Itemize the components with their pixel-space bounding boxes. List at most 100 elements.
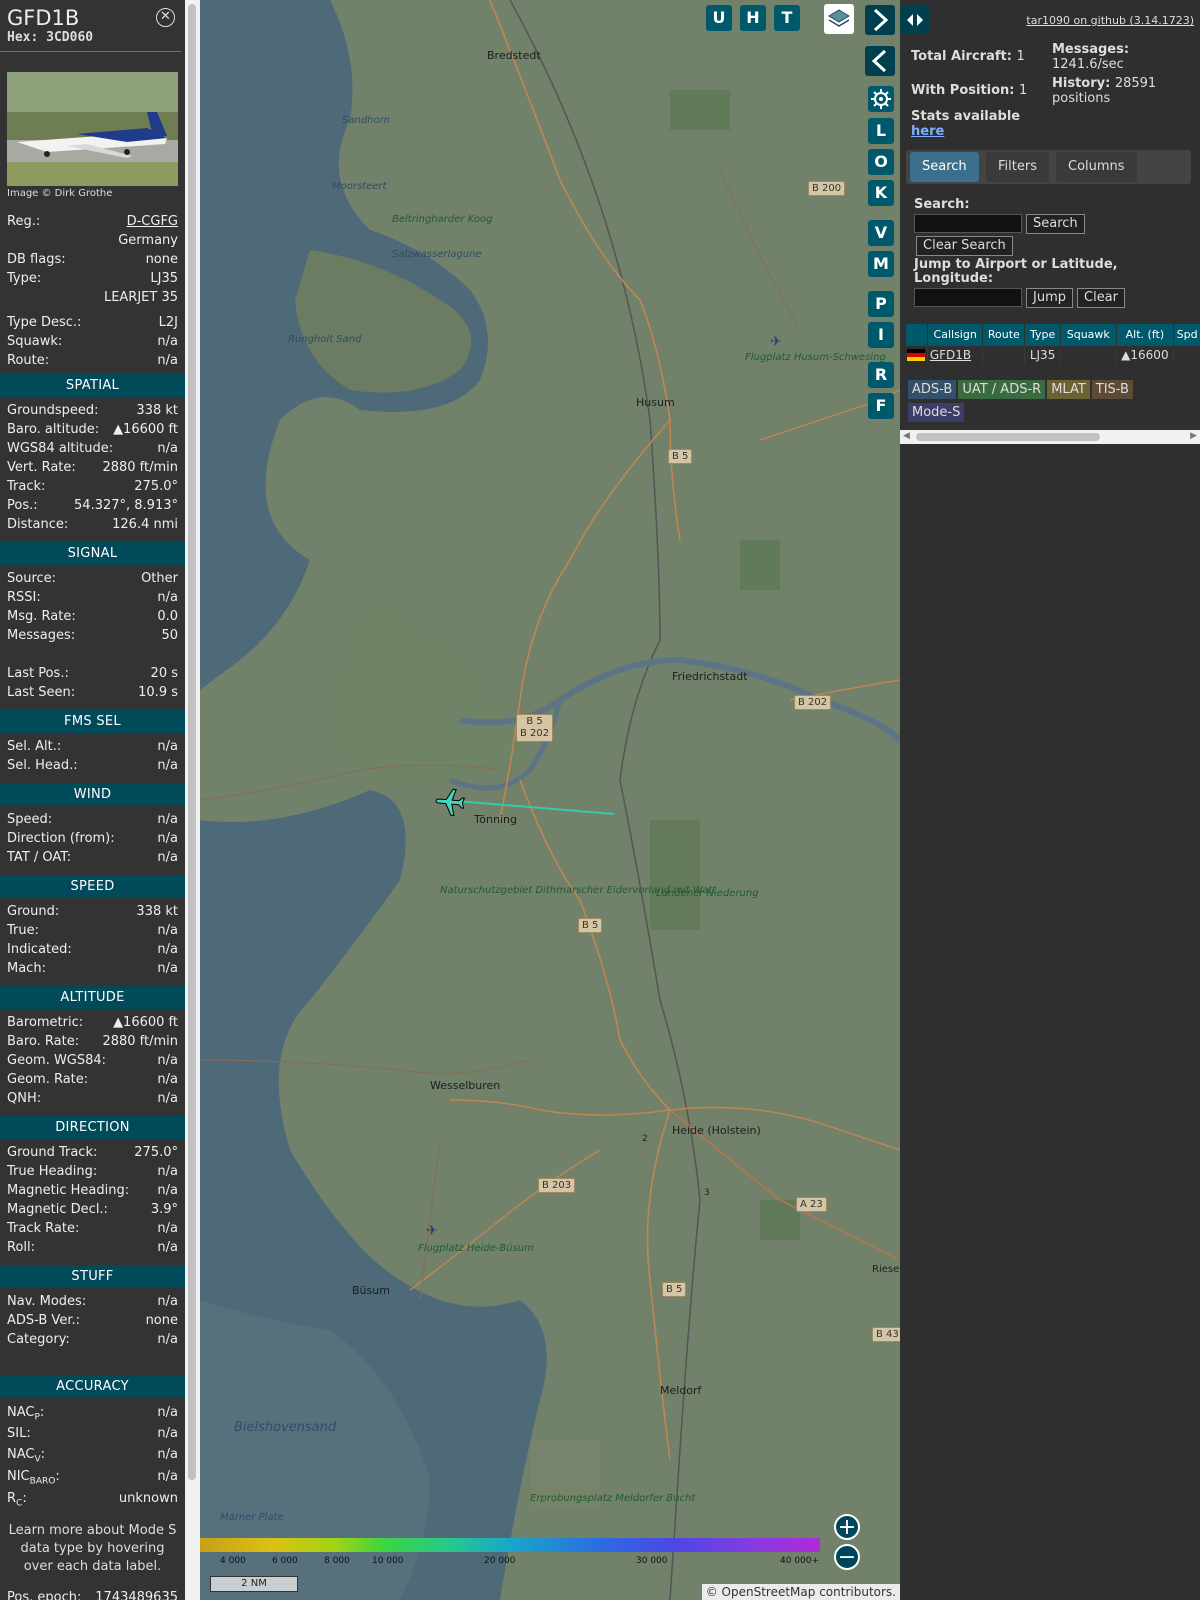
toggle-t-button[interactable]: T	[774, 5, 800, 31]
info-label[interactable]: Roll:	[7, 1238, 35, 1257]
info-label[interactable]: Ground:	[7, 902, 59, 921]
info-label[interactable]: Type:	[7, 269, 41, 288]
github-link[interactable]: tar1090 on github (3.14.1723)	[1026, 14, 1194, 27]
info-label[interactable]: NACP:	[7, 1402, 44, 1424]
info-value[interactable]: D-CGFG	[127, 212, 178, 231]
column-header[interactable]	[906, 324, 928, 346]
info-label[interactable]: Ground Track:	[7, 1143, 97, 1162]
info-label[interactable]: Source:	[7, 569, 56, 588]
info-label[interactable]: NICBARO:	[7, 1466, 60, 1488]
info-label[interactable]: Pos. epoch:	[7, 1588, 81, 1600]
scrollbar-thumb[interactable]	[916, 433, 1100, 441]
info-label[interactable]: Baro. altitude:	[7, 420, 99, 439]
info-label[interactable]: Category:	[7, 1330, 70, 1349]
toggle-f-button[interactable]: F	[868, 393, 894, 419]
info-label[interactable]: Mach:	[7, 959, 46, 978]
jump-button[interactable]: Jump	[1026, 288, 1073, 308]
close-icon[interactable]: ✕	[156, 8, 175, 27]
layers-button[interactable]	[824, 4, 854, 34]
tab-filters[interactable]: Filters	[986, 152, 1049, 182]
toggle-h-button[interactable]: H	[740, 5, 766, 31]
info-label[interactable]: Sel. Alt.:	[7, 737, 61, 756]
info-label[interactable]: Geom. WGS84:	[7, 1051, 106, 1070]
column-header-route[interactable]: Route	[983, 324, 1026, 346]
toggle-l-button[interactable]: L	[868, 118, 894, 144]
total-aircraft: Total Aircraft: 1	[911, 49, 1025, 64]
column-header-callsign[interactable]: Callsign	[928, 324, 984, 346]
info-label[interactable]: Sel. Head.:	[7, 756, 78, 775]
info-label[interactable]: TAT / OAT:	[7, 848, 71, 867]
column-header-altitude[interactable]: Alt. (ft)	[1117, 324, 1175, 346]
info-label[interactable]: Magnetic Decl.:	[7, 1200, 108, 1219]
search-button[interactable]: Search	[1026, 214, 1085, 234]
next-aircraft-button[interactable]	[865, 5, 895, 35]
info-label[interactable]: Indicated:	[7, 940, 72, 959]
info-label[interactable]: QNH:	[7, 1089, 41, 1108]
info-label[interactable]: RC:	[7, 1488, 27, 1510]
info-label[interactable]: Pos.:	[7, 496, 38, 515]
zoom-in-button[interactable]: +	[834, 1514, 860, 1540]
column-header-type[interactable]: Type	[1025, 324, 1061, 346]
toggle-i-button[interactable]: I	[868, 322, 894, 348]
tab-columns[interactable]: Columns	[1056, 152, 1137, 182]
info-label[interactable]: DB flags:	[7, 250, 66, 269]
info-label[interactable]: True Heading:	[7, 1162, 97, 1181]
info-label[interactable]: Nav. Modes:	[7, 1292, 86, 1311]
toggle-v-button[interactable]: V	[868, 220, 894, 246]
info-label[interactable]: Track:	[7, 477, 45, 496]
info-label[interactable]: Speed:	[7, 810, 52, 829]
info-label[interactable]: True:	[7, 921, 39, 940]
info-label[interactable]: Messages:	[7, 626, 75, 645]
info-label[interactable]: ADS-B Ver.:	[7, 1311, 80, 1330]
scroll-left-icon[interactable]: ◀	[903, 431, 910, 441]
info-label[interactable]: Type Desc.:	[7, 313, 81, 332]
settings-button[interactable]	[868, 86, 894, 112]
sidebar-toggle-button[interactable]	[900, 6, 930, 34]
toggle-p-button[interactable]: P	[868, 291, 894, 317]
info-label[interactable]: Groundspeed:	[7, 401, 98, 420]
column-header-squawk[interactable]: Squawk	[1061, 324, 1117, 346]
clear-jump-button[interactable]: Clear	[1077, 288, 1125, 308]
aircraft-photo[interactable]	[7, 72, 178, 186]
scroll-right-icon[interactable]: ▶	[1190, 431, 1197, 441]
tab-search[interactable]: Search	[910, 152, 979, 182]
zoom-out-button[interactable]: −	[834, 1544, 860, 1570]
toggle-m-button[interactable]: M	[868, 251, 894, 277]
column-header-speed[interactable]: Spd	[1174, 324, 1200, 346]
info-label[interactable]: Direction (from):	[7, 829, 115, 848]
info-label[interactable]: Msg. Rate:	[7, 607, 76, 626]
aircraft-marker[interactable]	[434, 786, 466, 818]
osm-link[interactable]: OpenStreetMap	[722, 1585, 816, 1599]
toggle-u-button[interactable]: U	[706, 5, 732, 31]
toggle-r-button[interactable]: R	[868, 362, 894, 388]
stats-link[interactable]: here	[911, 124, 944, 139]
info-panel-scrollbar[interactable]	[185, 0, 200, 1600]
info-label[interactable]: Barometric:	[7, 1013, 83, 1032]
search-input[interactable]	[914, 214, 1022, 233]
info-label[interactable]: Track Rate:	[7, 1219, 79, 1238]
table-row[interactable]: GFD1B LJ35 ▲16600	[906, 346, 1200, 364]
table-horizontal-scrollbar[interactable]: ◀ ▶	[900, 430, 1200, 444]
info-label[interactable]: NACV:	[7, 1444, 45, 1466]
info-label[interactable]: Squawk:	[7, 332, 62, 351]
info-label[interactable]: Route:	[7, 351, 49, 370]
jump-input[interactable]	[914, 288, 1022, 307]
info-label[interactable]: RSSI:	[7, 588, 41, 607]
info-label[interactable]: Geom. Rate:	[7, 1070, 88, 1089]
clear-search-button[interactable]: Clear Search	[916, 236, 1013, 256]
toggle-o-button[interactable]: O	[868, 149, 894, 175]
info-label[interactable]: Vert. Rate:	[7, 458, 76, 477]
info-label[interactable]: Last Seen:	[7, 683, 75, 702]
scrollbar-thumb[interactable]	[188, 4, 196, 1480]
info-label[interactable]: WGS84 altitude:	[7, 439, 113, 458]
toggle-k-button[interactable]: K	[868, 180, 894, 206]
prev-aircraft-button[interactable]	[865, 46, 895, 76]
info-label[interactable]: Distance:	[7, 515, 68, 534]
map-view[interactable]: Bredstedt Husum Friedrichstadt Tönning W…	[200, 0, 900, 1600]
info-label[interactable]: Last Pos.:	[7, 664, 69, 683]
info-label[interactable]: Reg.:	[7, 212, 40, 231]
info-label[interactable]: Magnetic Heading:	[7, 1181, 129, 1200]
cell-callsign[interactable]: GFD1B	[928, 346, 984, 364]
info-label[interactable]: SIL:	[7, 1424, 31, 1444]
info-label[interactable]: Baro. Rate:	[7, 1032, 79, 1051]
